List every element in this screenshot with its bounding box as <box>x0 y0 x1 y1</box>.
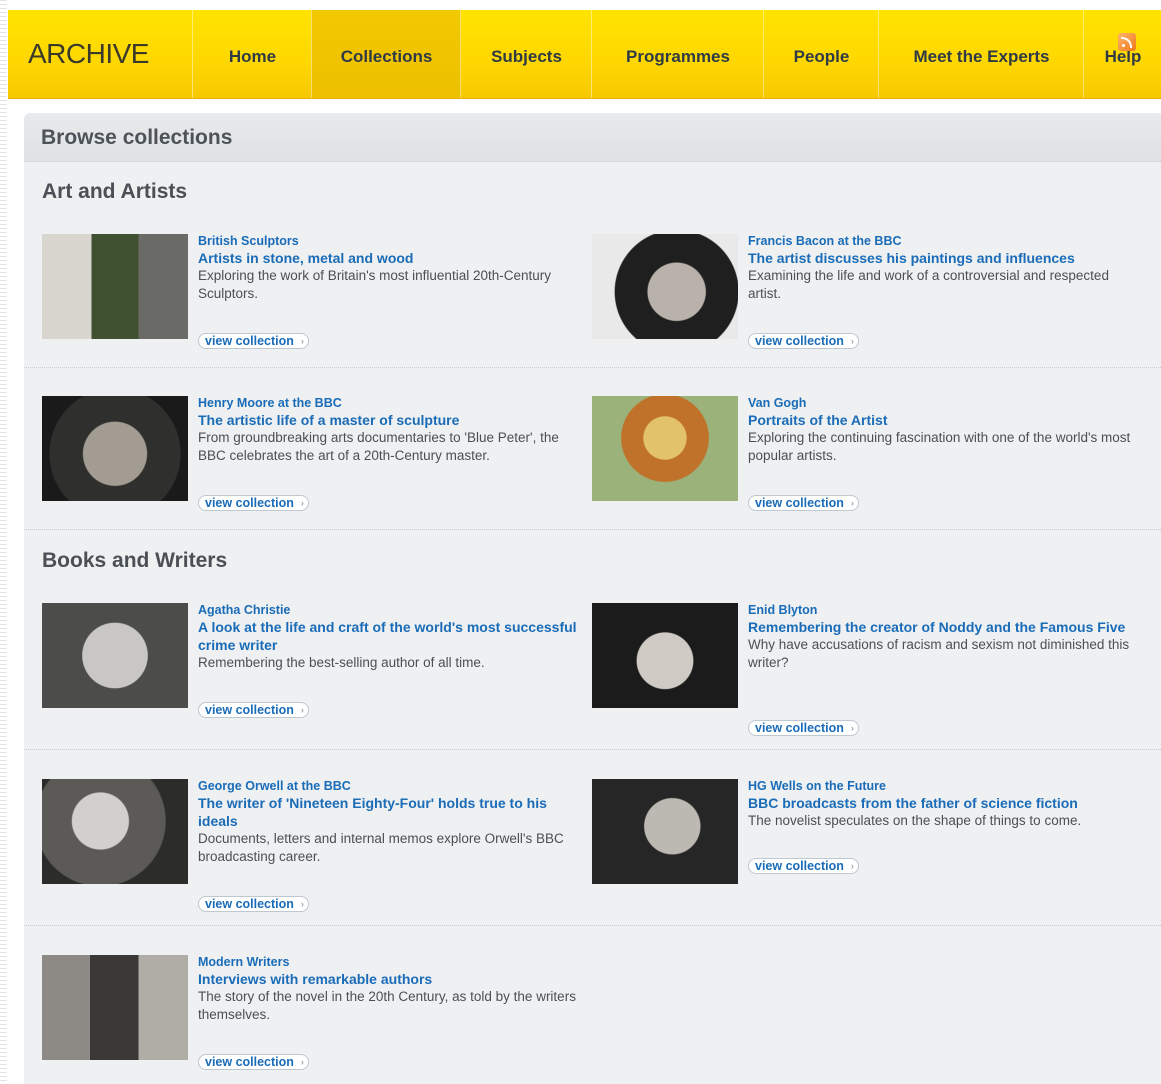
collection-tagline[interactable]: The writer of 'Nineteen Eighty-Four' hol… <box>198 794 584 830</box>
view-collection-label: view collection <box>755 859 844 873</box>
collection-description: Why have accusations of racism and sexis… <box>748 637 1130 670</box>
collection-description: Exploring the work of Britain's most inf… <box>198 268 551 301</box>
page-edge <box>0 0 7 1084</box>
rss-icon[interactable] <box>1118 33 1136 51</box>
collection-name[interactable]: Agatha Christie <box>198 603 584 618</box>
collection-name[interactable]: British Sculptors <box>198 234 584 249</box>
collection-thumbnail[interactable] <box>592 603 738 708</box>
collection-thumbnail[interactable] <box>42 779 188 884</box>
view-collection-button[interactable]: view collection › <box>748 333 859 349</box>
collection-tagline[interactable]: Artists in stone, metal and wood <box>198 249 584 267</box>
view-collection-button[interactable]: view collection › <box>198 896 309 912</box>
nav-meet-the-experts[interactable]: Meet the Experts <box>878 10 1084 98</box>
view-collection-button[interactable]: view collection › <box>748 720 859 736</box>
collection-name[interactable]: George Orwell at the BBC <box>198 779 584 794</box>
view-collection-button[interactable]: view collection › <box>198 495 309 511</box>
view-collection-label: view collection <box>205 1055 294 1069</box>
top-navigation: ARCHIVE Home Collections Subjects Progra… <box>8 10 1161 99</box>
nav-programmes[interactable]: Programmes <box>591 10 764 98</box>
collection-tagline[interactable]: Remembering the creator of Noddy and the… <box>748 618 1134 636</box>
chevron-right-icon: › <box>850 498 854 508</box>
view-collection-label: view collection <box>205 897 294 911</box>
collection-description: The novelist speculates on the shape of … <box>748 813 1082 828</box>
collection-thumbnail[interactable] <box>592 396 738 501</box>
view-collection-label: view collection <box>205 703 294 717</box>
collection-description: Examining the life and work of a controv… <box>748 268 1109 301</box>
view-collection-label: view collection <box>755 334 844 348</box>
divider <box>24 367 1161 368</box>
chevron-right-icon: › <box>300 899 304 909</box>
chevron-right-icon: › <box>300 336 304 346</box>
collection-thumbnail[interactable] <box>42 603 188 708</box>
section-title-books: Books and Writers <box>42 549 228 572</box>
collection-name[interactable]: Enid Blyton <box>748 603 1134 618</box>
collection-name[interactable]: Henry Moore at the BBC <box>198 396 584 411</box>
chevron-right-icon: › <box>300 1057 304 1067</box>
section-title-art: Art and Artists <box>42 180 188 203</box>
panel-header: Browse collections <box>24 113 1161 162</box>
collection-tagline[interactable]: The artistic life of a master of sculptu… <box>198 411 584 429</box>
collection-thumbnail[interactable] <box>42 234 188 339</box>
view-collection-label: view collection <box>205 496 294 510</box>
nav-collections[interactable]: Collections <box>311 10 461 98</box>
collection-name[interactable]: Modern Writers <box>198 955 584 970</box>
nav-people[interactable]: People <box>763 10 879 98</box>
collection-tagline[interactable]: A look at the life and craft of the worl… <box>198 618 584 654</box>
collection-tagline[interactable]: The artist discusses his paintings and i… <box>748 249 1134 267</box>
collection-name[interactable]: HG Wells on the Future <box>748 779 1134 794</box>
view-collection-label: view collection <box>205 334 294 348</box>
collection-description: The story of the novel in the 20th Centu… <box>198 989 576 1022</box>
chevron-right-icon: › <box>300 705 304 715</box>
collection-description: Remembering the best-selling author of a… <box>198 655 485 670</box>
nav-home[interactable]: Home <box>192 10 312 98</box>
nav-help[interactable]: Help <box>1083 10 1161 98</box>
collection-tagline[interactable]: Portraits of the Artist <box>748 411 1134 429</box>
view-collection-button[interactable]: view collection › <box>748 495 859 511</box>
divider <box>24 529 1161 530</box>
archive-logo[interactable]: ARCHIVE <box>28 38 149 70</box>
collection-tagline[interactable]: BBC broadcasts from the father of scienc… <box>748 794 1134 812</box>
chevron-right-icon: › <box>850 336 854 346</box>
chevron-right-icon: › <box>850 861 854 871</box>
collection-description: From groundbreaking arts documentaries t… <box>198 430 559 463</box>
view-collection-button[interactable]: view collection › <box>198 702 309 718</box>
view-collection-button[interactable]: view collection › <box>198 1054 309 1070</box>
nav-subjects[interactable]: Subjects <box>460 10 592 98</box>
divider <box>24 925 1161 926</box>
collection-thumbnail[interactable] <box>592 234 738 339</box>
view-collection-label: view collection <box>755 721 844 735</box>
page-title: Browse collections <box>41 126 233 149</box>
collection-description: Documents, letters and internal memos ex… <box>198 831 564 864</box>
collection-tagline[interactable]: Interviews with remarkable authors <box>198 970 584 988</box>
collection-thumbnail[interactable] <box>42 955 188 1060</box>
view-collection-label: view collection <box>755 496 844 510</box>
view-collection-button[interactable]: view collection › <box>748 858 859 874</box>
collection-description: Exploring the continuing fascination wit… <box>748 430 1131 463</box>
collection-name[interactable]: Francis Bacon at the BBC <box>748 234 1134 249</box>
chevron-right-icon: › <box>850 723 854 733</box>
view-collection-button[interactable]: view collection › <box>198 333 309 349</box>
collection-name[interactable]: Van Gogh <box>748 396 1134 411</box>
divider <box>24 749 1161 750</box>
chevron-right-icon: › <box>300 498 304 508</box>
collection-thumbnail[interactable] <box>592 779 738 884</box>
browse-panel: Browse collections Art and Artists Briti… <box>24 113 1161 1084</box>
collection-thumbnail[interactable] <box>42 396 188 501</box>
